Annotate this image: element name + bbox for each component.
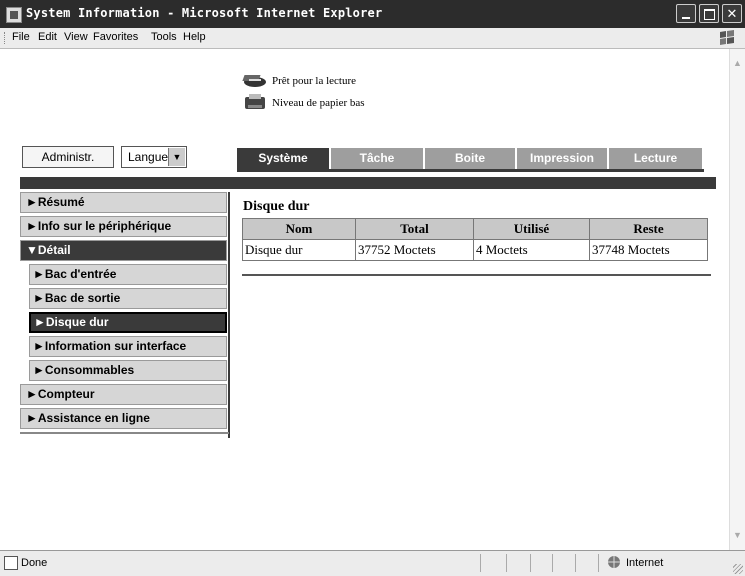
status-separator	[575, 554, 576, 572]
status-separator	[480, 554, 481, 572]
cell-total: 37752 Moctets	[355, 239, 474, 261]
close-icon: ✕	[726, 6, 738, 21]
menu-favorites[interactable]: Favorites	[93, 31, 138, 43]
menu-edit[interactable]: Edit	[38, 31, 57, 43]
printer-ready-icon	[242, 75, 266, 87]
tab-lecture[interactable]: Lecture	[609, 148, 702, 169]
menu-bar: File Edit View Favorites Tools Help	[0, 28, 745, 49]
sidebar-item-bac-entree[interactable]: ►Bac d'entrée	[29, 264, 227, 285]
sidebar-item-resume[interactable]: ►Résumé	[20, 192, 227, 213]
tab-tache[interactable]: Tâche	[331, 148, 423, 169]
cell-reste: 37748 Moctets	[589, 239, 708, 261]
sidebar-item-info-peripherique[interactable]: ►Info sur le périphérique	[20, 216, 227, 237]
minimize-button[interactable]	[676, 4, 696, 23]
maximize-icon	[703, 9, 715, 20]
close-button[interactable]: ✕	[722, 4, 742, 23]
sidebar-bottom-rule	[20, 432, 229, 434]
status-text: Done	[21, 557, 48, 569]
status-bar: Done Internet	[0, 550, 745, 576]
maximize-button[interactable]	[699, 4, 719, 23]
section-title: Disque dur	[243, 199, 310, 214]
table-bottom-rule	[242, 274, 711, 276]
sidebar-divider	[228, 192, 230, 438]
toolbar-grip[interactable]	[4, 32, 7, 44]
sidebar-item-information-interface[interactable]: ►Information sur interface	[29, 336, 227, 357]
menu-file[interactable]: File	[12, 31, 30, 43]
table-header-row: Nom Total Utilisé Reste	[242, 218, 708, 240]
security-zone-label: Internet	[626, 557, 664, 569]
scroll-up-icon[interactable]: ▲	[732, 57, 743, 70]
col-header-reste: Reste	[589, 218, 708, 240]
sidebar-item-bac-sortie[interactable]: ►Bac de sortie	[29, 288, 227, 309]
chevron-down-icon[interactable]: ▼	[168, 148, 185, 166]
tab-boite[interactable]: Boite	[425, 148, 515, 169]
menu-view[interactable]: View	[64, 31, 88, 43]
sidebar-item-disque-dur[interactable]: ►Disque dur	[29, 312, 227, 333]
sidebar-item-assistance[interactable]: ►Assistance en ligne	[20, 408, 227, 429]
internet-zone-icon	[608, 556, 620, 568]
sidebar-item-consommables[interactable]: ►Consommables	[29, 360, 227, 381]
menu-help[interactable]: Help	[183, 31, 206, 43]
cell-utilise: 4 Moctets	[473, 239, 590, 261]
status-separator	[598, 554, 599, 572]
header-divider	[20, 177, 716, 189]
cell-nom: Disque dur	[242, 239, 356, 261]
sidebar-item-detail[interactable]: ▼Détail	[20, 240, 227, 261]
col-header-utilise: Utilisé	[473, 218, 590, 240]
title-bar: System Information - Microsoft Internet …	[0, 0, 745, 28]
table-row: Disque dur 37752 Moctets 4 Moctets 37748…	[242, 239, 708, 261]
resize-grip-icon[interactable]	[733, 564, 743, 574]
status-separator	[552, 554, 553, 572]
status-separator	[530, 554, 531, 572]
admin-button[interactable]: Administr.	[22, 146, 114, 168]
sidebar-item-compteur[interactable]: ►Compteur	[20, 384, 227, 405]
tab-systeme[interactable]: Système	[237, 148, 329, 169]
window-title: System Information - Microsoft Internet …	[26, 6, 383, 20]
col-header-total: Total	[355, 218, 474, 240]
status-separator	[506, 554, 507, 572]
vertical-scrollbar[interactable]: ▲ ▼	[729, 49, 745, 550]
menu-tools[interactable]: Tools	[151, 31, 177, 43]
tab-impression[interactable]: Impression	[517, 148, 607, 169]
printer-low-paper-icon	[245, 94, 265, 109]
ie-page-icon	[6, 7, 22, 23]
language-select[interactable]: Langue ▼	[121, 146, 187, 168]
tab-underline	[237, 169, 704, 172]
windows-flag-icon	[720, 30, 734, 45]
page-done-icon	[4, 556, 18, 570]
col-header-nom: Nom	[242, 218, 356, 240]
minimize-icon	[682, 17, 690, 19]
scroll-down-icon[interactable]: ▼	[732, 529, 743, 542]
disk-table: Nom Total Utilisé Reste Disque dur 37752…	[242, 218, 708, 261]
